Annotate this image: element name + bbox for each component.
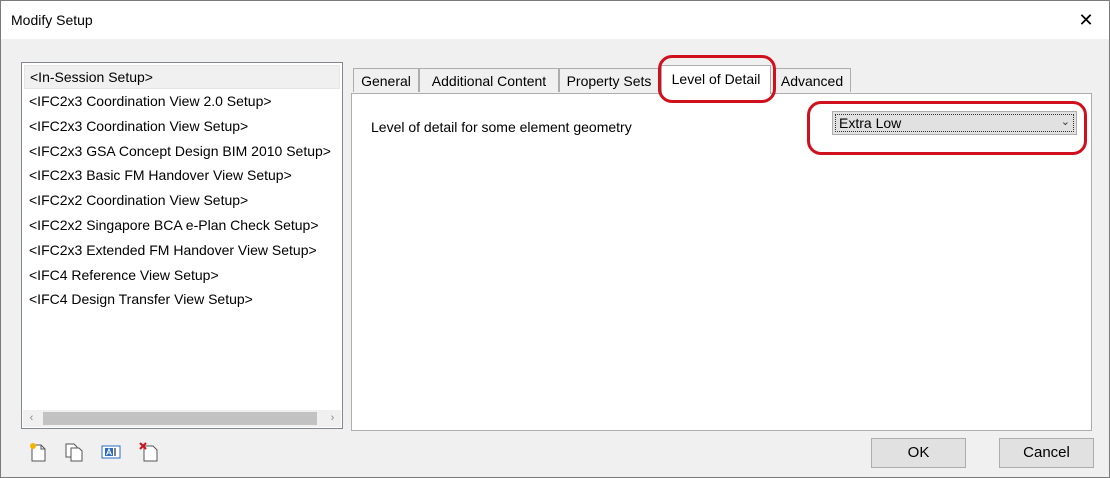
- list-item[interactable]: <IFC2x2 Singapore BCA e-Plan Check Setup…: [22, 213, 342, 238]
- duplicate-setup-icon[interactable]: [63, 441, 85, 463]
- list-item[interactable]: <In-Session Setup>: [24, 65, 340, 89]
- modify-setup-dialog: Modify Setup ✕ <In-Session Setup> <IFC2x…: [0, 0, 1110, 478]
- chevron-down-icon: ⌄: [1060, 116, 1070, 128]
- tab-advanced[interactable]: Advanced: [773, 68, 851, 92]
- new-setup-icon[interactable]: [27, 441, 49, 463]
- horizontal-scrollbar[interactable]: ‹ ›: [23, 410, 341, 427]
- scroll-right-icon[interactable]: ›: [324, 410, 341, 427]
- delete-setup-icon[interactable]: [138, 441, 160, 463]
- tab-property-sets[interactable]: Property Sets: [559, 68, 659, 92]
- list-item[interactable]: <IFC2x3 Extended FM Handover View Setup>: [22, 238, 342, 263]
- tab-general[interactable]: General: [353, 68, 419, 92]
- level-of-detail-select[interactable]: Extra Low ⌄: [832, 111, 1077, 135]
- scroll-left-icon[interactable]: ‹: [23, 410, 40, 427]
- list-item[interactable]: <IFC4 Design Transfer View Setup>: [22, 287, 342, 312]
- dialog-title: Modify Setup: [11, 12, 93, 28]
- setup-list[interactable]: <In-Session Setup> <IFC2x3 Coordination …: [21, 62, 343, 429]
- tab-additional-content[interactable]: Additional Content: [419, 68, 559, 92]
- level-of-detail-panel: Level of detail for some element geometr…: [351, 93, 1092, 431]
- list-item[interactable]: <IFC2x3 GSA Concept Design BIM 2010 Setu…: [22, 139, 342, 164]
- rename-setup-icon[interactable]: [100, 441, 122, 463]
- list-item[interactable]: <IFC2x2 Coordination View Setup>: [22, 188, 342, 213]
- list-item[interactable]: <IFC2x3 Coordination View Setup>: [22, 114, 342, 139]
- title-bar: Modify Setup ✕: [1, 1, 1109, 39]
- list-item[interactable]: <IFC4 Reference View Setup>: [22, 263, 342, 288]
- list-item[interactable]: <IFC2x3 Basic FM Handover View Setup>: [22, 163, 342, 188]
- tab-level-of-detail[interactable]: Level of Detail: [661, 65, 771, 94]
- level-of-detail-label: Level of detail for some element geometr…: [371, 119, 632, 135]
- cancel-button[interactable]: Cancel: [999, 438, 1094, 468]
- list-item[interactable]: <IFC2x3 Coordination View 2.0 Setup>: [22, 89, 342, 114]
- ok-button[interactable]: OK: [871, 438, 966, 468]
- scrollbar-thumb[interactable]: [43, 412, 317, 425]
- close-icon[interactable]: ✕: [1063, 1, 1109, 39]
- select-value: Extra Low: [839, 115, 902, 131]
